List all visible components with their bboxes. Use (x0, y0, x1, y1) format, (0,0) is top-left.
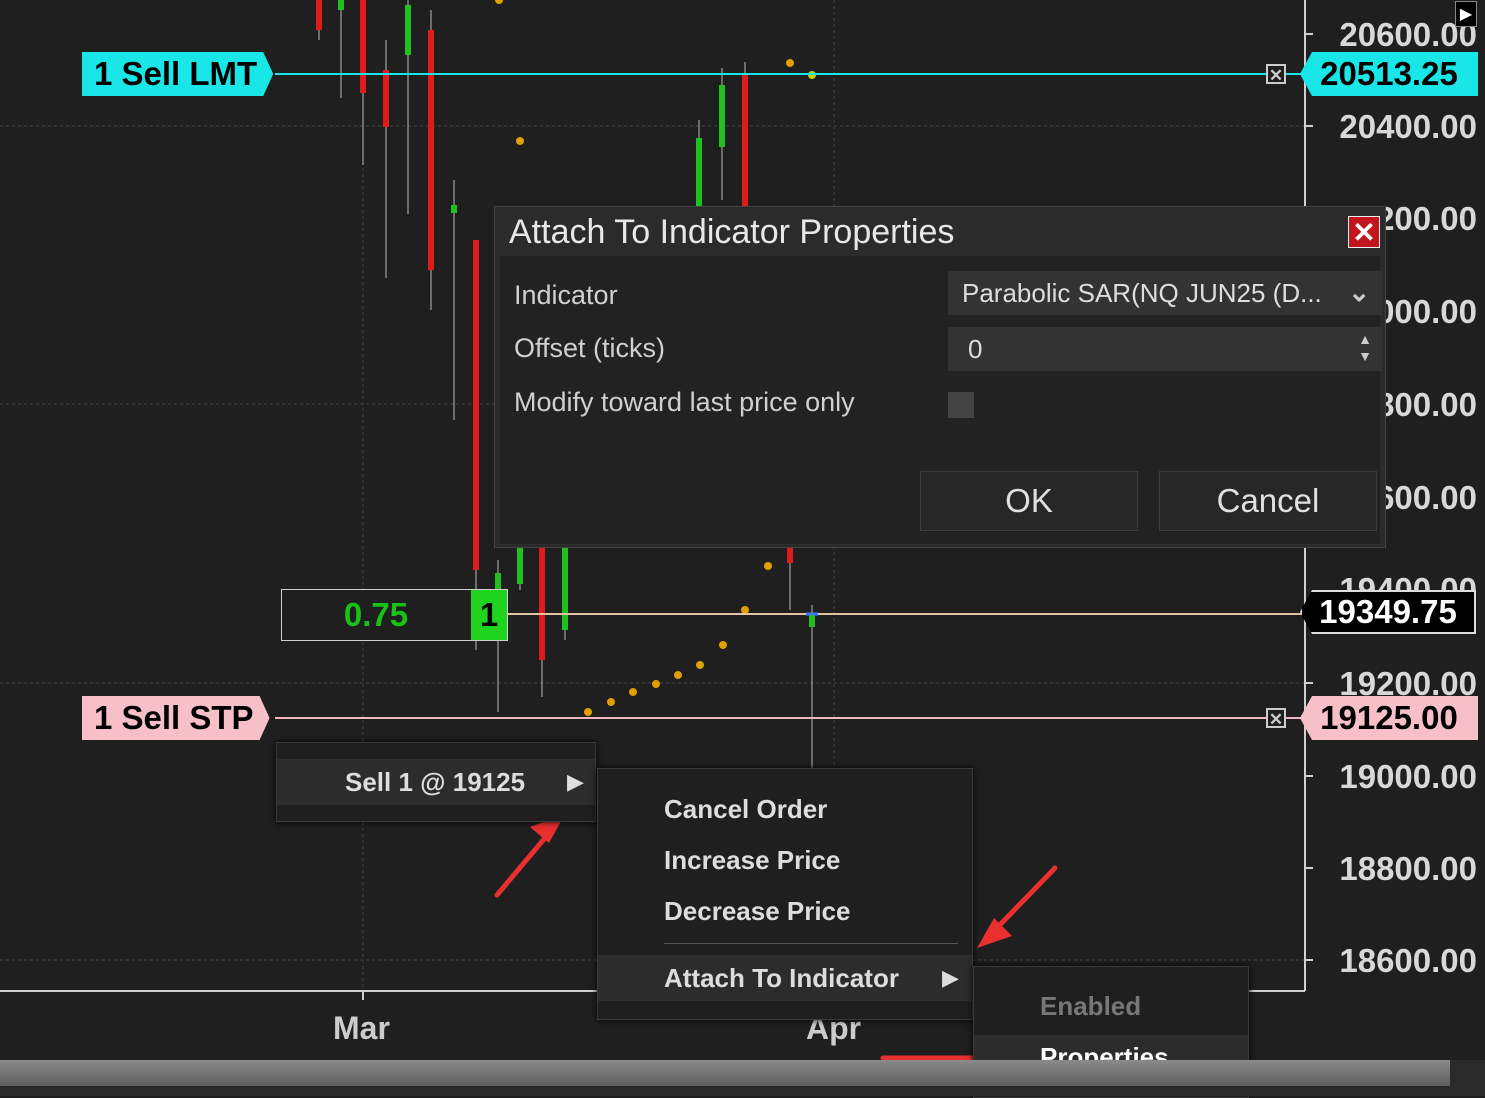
chevron-down-icon[interactable]: ⌄ (1348, 277, 1370, 308)
close-icon[interactable]: ✕ (1348, 216, 1380, 248)
candle-up (517, 548, 523, 584)
ok-button[interactable]: OK (920, 471, 1138, 531)
month-label: Mar (333, 1010, 390, 1046)
offset-value: 0 (968, 333, 983, 364)
candle-up (451, 205, 457, 213)
horizontal-scrollbar[interactable] (0, 1060, 1485, 1096)
candle-down (428, 30, 434, 270)
cancel-order-item[interactable]: Cancel Order (664, 794, 827, 825)
enabled-item[interactable]: Enabled (1040, 991, 1141, 1022)
price-axis-label: 18600.00 (1339, 942, 1477, 979)
price-axis-label: 20400.00 (1339, 108, 1477, 145)
chevron-right-icon: ▶ (567, 769, 584, 794)
candle-down (316, 0, 322, 30)
cancel-button[interactable]: Cancel (1159, 471, 1377, 531)
position-quantity[interactable]: 1 (471, 590, 507, 640)
indicator-label: Indicator (514, 280, 618, 310)
offset-label: Offset (ticks) (514, 333, 666, 363)
menu-separator (664, 943, 958, 944)
cancel-stop-icon[interactable]: ✕ (1266, 708, 1286, 729)
scroll-track[interactable] (0, 1060, 1450, 1086)
order-context-menu: Sell 1 @ 19125 ▶ (276, 742, 596, 822)
candle-up (719, 85, 725, 147)
position-pnl: 0.75 (343, 596, 409, 633)
scroll-right-icon[interactable]: ▶ (1455, 1, 1477, 27)
candle-down (742, 75, 748, 210)
stop-order-tag[interactable]: 1 Sell STP (82, 696, 270, 740)
candle-down (360, 0, 366, 93)
chevron-right-icon: ▶ (942, 965, 959, 990)
limit-order-tag[interactable]: 1 Sell LMT (82, 52, 273, 96)
candle-up (562, 548, 568, 630)
candle-up (696, 138, 702, 210)
candle-down (787, 548, 793, 563)
order-menu-label[interactable]: Sell 1 @ 19125 (345, 767, 525, 798)
price-axis-label: 18800.00 (1339, 850, 1477, 887)
attach-to-indicator-item[interactable]: Attach To Indicator (664, 963, 899, 994)
last-price-tag: 19349.75 (1300, 590, 1476, 634)
order-actions-menu: Cancel Order Increase Price Decrease Pri… (597, 768, 973, 1020)
indicator-select[interactable]: Parabolic SAR(NQ JUN25 (D... ⌄ (948, 271, 1382, 315)
dialog-title: Attach To Indicator Properties (509, 213, 955, 251)
candle-up (405, 5, 411, 55)
modify-checkbox[interactable] (948, 392, 974, 418)
attach-indicator-dialog: Attach To Indicator Properties ✕ Indicat… (494, 206, 1386, 548)
spinner-icon[interactable]: ▲ ▼ (1358, 331, 1372, 365)
candle-down (473, 240, 479, 570)
candle-down (383, 70, 389, 127)
candle-down (539, 548, 545, 660)
limit-price-tag[interactable]: 20513.25 (1300, 52, 1478, 96)
modify-label: Modify toward last price only (514, 387, 855, 417)
decrease-price-item[interactable]: Decrease Price (664, 896, 850, 927)
increase-price-item[interactable]: Increase Price (664, 845, 840, 876)
position-box[interactable]: 0.75 1 (281, 589, 508, 641)
stop-price-tag[interactable]: 19125.00 (1300, 696, 1478, 740)
indicator-value: Parabolic SAR(NQ JUN25 (D... (962, 277, 1322, 308)
cancel-limit-icon[interactable]: ✕ (1266, 64, 1286, 85)
offset-input[interactable]: 0 ▲ ▼ (948, 327, 1382, 371)
candle-up (338, 0, 344, 10)
price-axis-label: 19000.00 (1339, 758, 1477, 795)
